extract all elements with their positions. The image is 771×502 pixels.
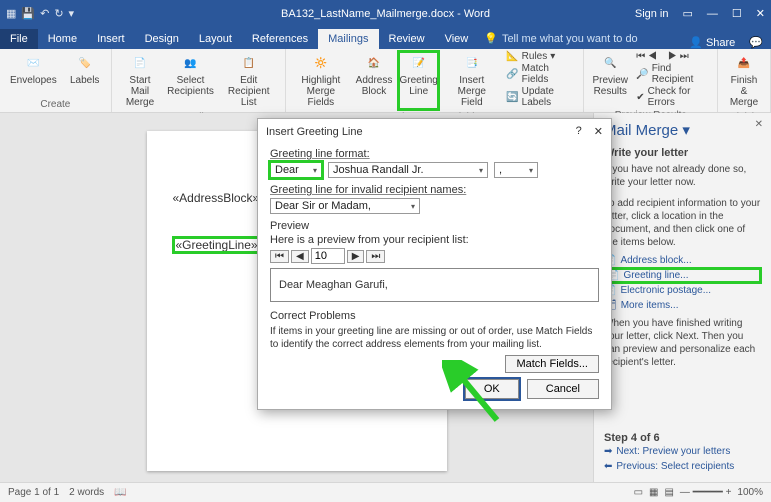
document-title: BA132_LastName_Mailmerge.docx - Word <box>281 8 490 20</box>
tab-home[interactable]: Home <box>38 29 87 49</box>
find-recipient-button[interactable]: 🔎 Find Recipient <box>634 63 711 85</box>
maximize-icon[interactable]: ☐ <box>732 7 742 20</box>
ok-button[interactable]: OK <box>465 379 519 399</box>
check-errors-button[interactable]: ✔ Check for Errors <box>634 86 711 108</box>
edit-recipient-list-button[interactable]: 📋Edit Recipient List <box>219 51 279 110</box>
pane-text-1: If you have not already done so, write y… <box>604 163 761 189</box>
finish-merge-button[interactable]: 📤Finish & Merge <box>724 51 764 110</box>
first-record-button[interactable]: ⏮ <box>270 250 289 263</box>
greeting-line-button[interactable]: 📝Greeting Line <box>398 51 439 110</box>
mail-merge-pane: ✕ Mail Merge ▾ Write your letter If you … <box>593 113 771 482</box>
tab-design[interactable]: Design <box>135 29 189 49</box>
tab-review[interactable]: Review <box>379 29 435 49</box>
pane-title: Mail Merge ▾ <box>604 121 761 139</box>
tab-insert[interactable]: Insert <box>87 29 135 49</box>
invalid-select[interactable]: Dear Sir or Madam,▾ <box>270 198 420 214</box>
labels-button[interactable]: 🏷️Labels <box>65 51 105 88</box>
name-format-select[interactable]: Joshua Randall Jr.▾ <box>328 162 488 178</box>
ribbon: ✉️Envelopes 🏷️Labels Create 📄Start Mail … <box>0 49 771 113</box>
record-nav[interactable]: ⏮ ◀ ▶ ⏭ <box>634 51 711 62</box>
insert-merge-field-button[interactable]: 📑Insert Merge Field <box>443 51 500 110</box>
status-words[interactable]: 2 words <box>69 487 104 498</box>
status-bar: Page 1 of 1 2 words 📖 ▭ ▦ ▤ — ━━━━━ + 10… <box>0 482 771 502</box>
tab-file[interactable]: File <box>0 29 38 49</box>
correct-label: Correct Problems <box>270 310 356 322</box>
pane-text-3: When you have finished writing your lett… <box>604 317 761 369</box>
ribbon-options-icon[interactable]: ▭ <box>683 7 693 20</box>
tab-view[interactable]: View <box>435 29 479 49</box>
highlight-merge-fields-button[interactable]: 🔆Highlight Merge Fields <box>292 51 350 110</box>
pane-heading: Write your letter <box>604 147 761 159</box>
preview-box: Dear Meaghan Garufi, <box>270 268 599 302</box>
format-label: Greeting line format: <box>270 148 370 160</box>
update-labels-button[interactable]: 🔄 Update Labels <box>504 86 577 108</box>
pane-address-block-link[interactable]: 📄 Address block... <box>604 253 761 268</box>
select-recipients-button[interactable]: 👥Select Recipients <box>166 51 214 110</box>
rules-button[interactable]: 📐 Rules ▾ <box>504 51 577 62</box>
preview-results-button[interactable]: 🔍Preview Results <box>590 51 630 108</box>
cancel-button[interactable]: Cancel <box>527 379 599 399</box>
minimize-icon[interactable]: — <box>707 8 718 20</box>
title-bar: ▦ 💾 ↶ ↻ ▾ BA132_LastName_Mailmerge.docx … <box>0 0 771 27</box>
pane-step: Step 4 of 6 <box>604 432 660 444</box>
envelopes-button[interactable]: ✉️Envelopes <box>6 51 61 88</box>
salutation-select[interactable]: Dear▾ <box>270 162 322 178</box>
pane-next-link[interactable]: ➡ Next: Preview your letters <box>604 444 761 459</box>
prev-record-button[interactable]: ◀ <box>291 250 309 263</box>
dialog-title: Insert Greeting Line <box>266 126 363 138</box>
pane-close-icon[interactable]: ✕ <box>755 119 763 130</box>
pane-greeting-line-link[interactable]: 📄 Greeting line... <box>604 268 761 283</box>
pane-electronic-postage-link[interactable]: 📄 Electronic postage... <box>604 283 761 298</box>
invalid-label: Greeting line for invalid recipient name… <box>270 184 466 196</box>
tab-mailings[interactable]: Mailings <box>318 29 378 49</box>
pane-more-items-link[interactable]: 🗂 More items... <box>604 298 761 313</box>
last-record-button[interactable]: ⏭ <box>366 250 385 263</box>
ribbon-tabs: File Home Insert Design Layout Reference… <box>0 27 771 49</box>
pane-prev-link[interactable]: ⬅ Previous: Select recipients <box>604 459 761 474</box>
preview-label: Preview <box>270 220 309 232</box>
preview-hint: Here is a preview from your recipient li… <box>270 234 599 246</box>
view-read-icon[interactable]: ▭ <box>634 487 643 498</box>
zoom-level[interactable]: 100% <box>737 487 763 498</box>
pane-text-2: To add recipient information to your let… <box>604 197 761 249</box>
signin-link[interactable]: Sign in <box>635 8 669 20</box>
undo-icon[interactable]: ↶ <box>40 7 49 20</box>
group-create: Create <box>6 97 105 112</box>
tab-references[interactable]: References <box>242 29 318 49</box>
punct-select[interactable]: ,▾ <box>494 162 538 178</box>
dialog-help-icon[interactable]: ? <box>576 125 582 138</box>
comments-icon[interactable]: 💬 <box>749 36 763 49</box>
word-icon: ▦ <box>6 7 16 20</box>
match-fields-button[interactable]: 🔗 Match Fields <box>504 63 577 85</box>
start-mail-merge-button[interactable]: 📄Start Mail Merge <box>118 51 163 110</box>
address-block-button[interactable]: 🏠Address Block <box>354 51 394 110</box>
save-icon[interactable]: 💾 <box>21 7 35 20</box>
tell-me[interactable]: 💡 Tell me what you want to do <box>484 28 637 49</box>
match-fields-dialog-button[interactable]: Match Fields... <box>505 355 599 373</box>
status-page[interactable]: Page 1 of 1 <box>8 487 59 498</box>
view-web-icon[interactable]: ▤ <box>664 487 673 498</box>
view-print-icon[interactable]: ▦ <box>649 487 658 498</box>
qat-more-icon[interactable]: ▾ <box>69 7 75 20</box>
close-icon[interactable]: ✕ <box>756 7 765 20</box>
share-button[interactable]: 👤 Share <box>689 36 735 49</box>
tab-layout[interactable]: Layout <box>189 29 242 49</box>
record-index-input[interactable] <box>311 248 345 264</box>
proofing-icon[interactable]: 📖 <box>114 487 126 498</box>
dialog-close-icon[interactable]: ✕ <box>594 125 603 138</box>
greeting-line-field[interactable]: «GreetingLine» <box>173 237 261 253</box>
correct-text: If items in your greeting line are missi… <box>270 325 599 351</box>
redo-icon[interactable]: ↻ <box>54 7 63 20</box>
next-record-button[interactable]: ▶ <box>347 250 365 263</box>
insert-greeting-line-dialog: Insert Greeting Line ? ✕ Greeting line f… <box>257 118 612 410</box>
